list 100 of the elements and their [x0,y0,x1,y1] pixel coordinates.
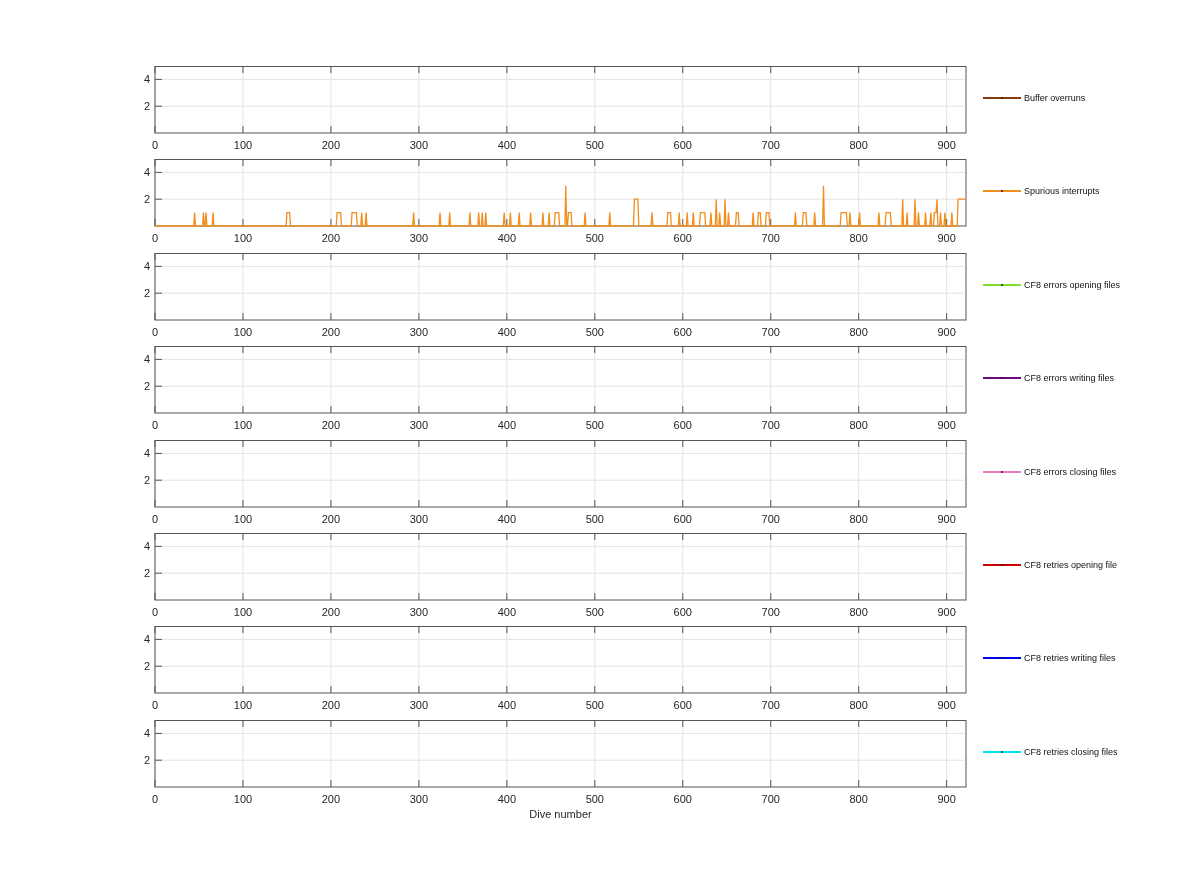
x-tick-label: 500 [585,792,604,805]
y-tick-label: 4 [143,446,150,459]
x-tick-label: 700 [761,792,780,805]
x-tick-label: 0 [151,139,159,151]
x-tick-label: 300 [409,419,429,432]
x-tick-label: 100 [233,325,253,338]
x-tick-label: 700 [761,512,780,525]
x-tick-label: 100 [233,792,253,805]
x-tick-label: 800 [849,605,868,618]
x-tick-label: 700 [761,419,780,432]
x-tick-label: 700 [761,325,780,338]
x-tick-label: 300 [409,232,429,245]
x-tick-label: 0 [151,512,159,525]
x-tick-label: 200 [321,792,341,805]
x-tick-label: 500 [585,512,604,525]
x-tick-label: 200 [321,325,341,338]
y-tick-label: 4 [143,727,150,740]
x-tick-label: 100 [233,605,253,618]
legend-label: CF8 errors writing files [1024,373,1115,384]
x-tick-label: 300 [409,792,429,805]
x-tick-label: 900 [937,512,956,525]
legend-label: CF8 retries opening file [1024,559,1118,570]
x-tick-label: 600 [673,699,692,712]
y-tick-label: 4 [143,166,150,179]
y-tick-label: 2 [143,380,150,393]
legend-label: CF8 retries closing files [1024,746,1118,757]
x-tick-label: 500 [585,139,604,151]
x-tick-label: 200 [321,512,341,525]
x-tick-label: 300 [409,139,429,151]
x-tick-label: 400 [497,325,516,338]
x-tick-label: 900 [937,232,956,245]
x-tick-label: 100 [233,139,253,151]
x-tick-label: 800 [849,792,868,805]
x-tick-label: 700 [761,605,780,618]
x-tick-label: 0 [151,325,159,338]
x-tick-label: 300 [409,512,429,525]
x-tick-label: 0 [151,605,159,618]
x-tick-label: 200 [321,419,341,432]
x-tick-label: 500 [585,419,604,432]
x-tick-label: 800 [849,512,868,525]
x-tick-label: 0 [151,232,159,245]
x-tick-label: 700 [761,232,780,245]
y-tick-label: 4 [143,260,150,273]
x-tick-label: 800 [849,232,868,245]
x-tick-label: 400 [497,605,516,618]
legend-label: Buffer overruns [1024,93,1086,103]
x-tick-label: 900 [937,325,956,338]
x-tick-label: 800 [849,699,868,712]
legend-label: Spurious interrupts [1024,186,1100,197]
x-tick-label: 900 [937,419,956,432]
y-tick-label: 2 [143,100,150,113]
legend-label: CF8 errors closing files [1024,466,1117,477]
x-tick-label: 200 [321,232,341,245]
x-tick-label: 700 [761,139,780,151]
x-tick-label: 600 [673,419,692,432]
x-tick-label: 900 [937,605,956,618]
y-tick-label: 2 [143,287,150,299]
x-tick-label: 100 [233,512,253,525]
x-tick-label: 500 [585,325,604,338]
legend-label: CF8 errors opening files [1024,279,1121,290]
x-tick-label: 400 [497,419,516,432]
x-axis-label: Dive number [529,807,592,820]
x-tick-label: 600 [673,792,692,805]
x-tick-label: 600 [673,325,692,338]
x-tick-label: 300 [409,605,429,618]
x-tick-label: 100 [233,419,253,432]
x-tick-label: 600 [673,605,692,618]
x-tick-label: 800 [849,139,868,151]
y-tick-label: 2 [143,567,150,580]
y-tick-label: 2 [143,473,150,486]
y-tick-label: 4 [143,73,150,86]
x-tick-label: 400 [497,232,516,245]
x-tick-label: 900 [937,792,956,805]
x-tick-label: 300 [409,325,429,338]
x-tick-label: 300 [409,699,429,712]
x-tick-label: 400 [497,792,516,805]
x-tick-label: 900 [937,699,956,712]
x-tick-label: 800 [849,325,868,338]
y-tick-label: 4 [143,540,150,553]
legend-label: CF8 retries writing files [1024,653,1116,664]
x-tick-label: 200 [321,699,341,712]
x-tick-label: 200 [321,605,341,618]
x-tick-label: 700 [761,699,780,712]
x-tick-label: 800 [849,419,868,432]
x-tick-label: 500 [585,699,604,712]
x-tick-label: 100 [233,699,253,712]
x-tick-label: 600 [673,139,692,151]
y-tick-label: 2 [143,660,150,673]
x-tick-label: 0 [151,419,159,432]
x-tick-label: 0 [151,699,159,712]
x-tick-label: 500 [585,605,604,618]
y-tick-label: 4 [143,633,150,646]
x-tick-label: 400 [497,699,516,712]
x-tick-label: 400 [497,512,516,525]
x-tick-label: 200 [321,139,341,151]
y-tick-label: 2 [143,193,150,206]
y-tick-label: 2 [143,753,150,766]
x-tick-label: 500 [585,232,604,245]
y-tick-label: 4 [143,353,150,366]
x-tick-label: 0 [151,792,159,805]
